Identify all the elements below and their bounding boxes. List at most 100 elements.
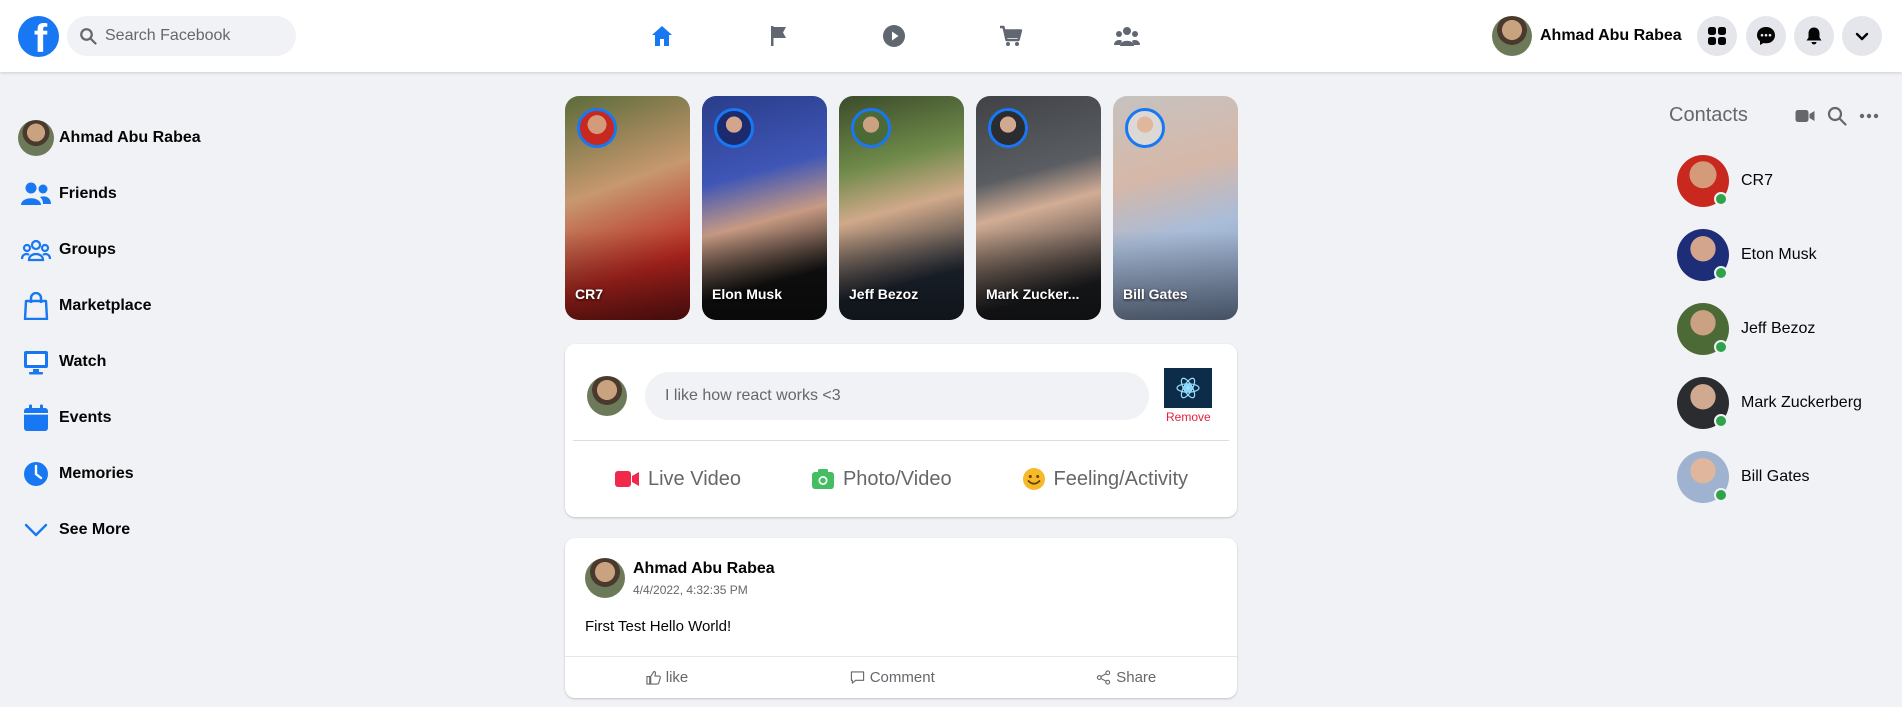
post-composer: I like how react works <3 Remove Live Vi… <box>565 344 1237 517</box>
contacts-panel: Contacts CR7 Eton Musk Jeff Bezoz Mark Z… <box>1669 100 1889 503</box>
sidebar-item-friends[interactable]: Friends <box>18 166 318 222</box>
menu-grid-icon <box>1708 27 1726 45</box>
marketplace-bag-icon <box>23 292 49 320</box>
video-camera-icon <box>614 471 639 487</box>
top-navbar: f Ahmad Abu Rabea <box>0 0 1902 72</box>
groups-icon <box>21 239 51 262</box>
search-icon[interactable] <box>1827 106 1847 126</box>
contact-avatar <box>1677 303 1729 355</box>
story-card[interactable]: CR7 <box>565 96 690 320</box>
facebook-logo[interactable]: f <box>18 16 59 57</box>
search-box[interactable] <box>67 16 296 56</box>
stories-row: CR7 Elon Musk Jeff Bezoz Mark Zucker... … <box>565 96 1238 320</box>
calendar-icon <box>24 404 48 431</box>
online-status-dot <box>1714 192 1728 206</box>
more-options-icon[interactable] <box>1859 113 1879 119</box>
story-card[interactable]: Mark Zucker... <box>976 96 1101 320</box>
watch-icon <box>883 25 905 47</box>
post-author[interactable]: Ahmad Abu Rabea <box>633 560 775 578</box>
contact-avatar <box>1677 229 1729 281</box>
search-input[interactable] <box>105 27 275 45</box>
notifications-button[interactable] <box>1794 16 1834 56</box>
action-label: Feeling/Activity <box>1053 467 1189 490</box>
share-button[interactable]: Share <box>1096 669 1156 686</box>
online-status-dot <box>1714 266 1728 280</box>
attached-image-thumbnail <box>1164 368 1212 408</box>
post-input[interactable]: I like how react works <3 <box>645 372 1149 420</box>
photo-video-button[interactable]: Photo/Video <box>811 468 952 491</box>
like-button[interactable]: like <box>646 669 689 686</box>
marketplace-icon <box>1000 25 1023 46</box>
contact-name: CR7 <box>1741 172 1774 189</box>
nav-marketplace[interactable] <box>993 18 1029 54</box>
story-name: Mark Zucker... <box>986 286 1080 302</box>
bell-icon <box>1806 27 1822 45</box>
contact-item[interactable]: Jeff Bezoz <box>1677 303 1815 355</box>
sidebar-item-label: Marketplace <box>59 297 152 314</box>
sidebar-item-profile[interactable]: Ahmad Abu Rabea <box>18 110 318 166</box>
sidebar-item-groups[interactable]: Groups <box>18 222 318 278</box>
menu-button[interactable] <box>1697 16 1737 56</box>
contact-item[interactable]: Bill Gates <box>1677 451 1809 503</box>
sidebar-item-label: Ahmad Abu Rabea <box>59 129 201 146</box>
contact-item[interactable]: Eton Musk <box>1677 229 1817 281</box>
messenger-button[interactable] <box>1746 16 1786 56</box>
story-name: Bill Gates <box>1123 286 1188 302</box>
avatar <box>587 376 627 416</box>
contact-name: Eton Musk <box>1741 246 1817 263</box>
camera-icon <box>811 469 834 489</box>
story-card[interactable]: Jeff Bezoz <box>839 96 964 320</box>
comment-button[interactable]: Comment <box>850 669 935 686</box>
action-label: Live Video <box>647 467 742 490</box>
sidebar-item-label: Watch <box>59 353 107 370</box>
sidebar-item-label: Events <box>59 409 112 426</box>
profile-shortcut[interactable]: Ahmad Abu Rabea <box>1492 16 1682 56</box>
live-video-button[interactable]: Live Video <box>614 468 741 491</box>
react-logo-icon <box>1176 377 1200 399</box>
contact-name: Jeff Bezoz <box>1741 320 1816 337</box>
sidebar-item-memories[interactable]: Memories <box>18 446 318 502</box>
friends-icon <box>21 182 51 205</box>
action-label: Comment <box>869 669 935 686</box>
nav-groups[interactable] <box>1109 18 1145 54</box>
avatar <box>18 120 54 156</box>
avatar <box>1492 16 1532 56</box>
contact-item[interactable]: CR7 <box>1677 155 1773 207</box>
online-status-dot <box>1714 414 1728 428</box>
contact-name: Mark Zuckerberg <box>1741 394 1862 411</box>
nav-watch[interactable] <box>876 18 912 54</box>
action-label: Share <box>1116 669 1157 686</box>
action-label: Photo/Video <box>842 467 952 490</box>
post-actions: like Comment Share <box>565 657 1237 698</box>
sidebar-item-watch[interactable]: Watch <box>18 334 318 390</box>
post-input-text: I like how react works <3 <box>665 387 841 404</box>
groups-icon <box>1114 27 1140 46</box>
video-call-icon[interactable] <box>1795 108 1815 124</box>
contacts-tools <box>1795 106 1879 126</box>
flag-icon <box>771 26 786 46</box>
story-card[interactable]: Elon Musk <box>702 96 827 320</box>
online-status-dot <box>1714 340 1728 354</box>
contact-name: Bill Gates <box>1741 468 1810 485</box>
sidebar-item-label: Groups <box>59 241 116 258</box>
contact-item[interactable]: Mark Zuckerberg <box>1677 377 1862 429</box>
nav-home[interactable] <box>644 18 680 54</box>
remove-image-link[interactable]: Remove <box>1166 410 1211 424</box>
action-label: like <box>665 669 689 686</box>
chevron-down-icon <box>24 523 48 537</box>
feeling-activity-button[interactable]: Feeling/Activity <box>1022 467 1189 491</box>
account-menu-button[interactable] <box>1842 16 1882 56</box>
story-name: Elon Musk <box>712 286 783 302</box>
post-timestamp[interactable]: 4/4/2022, 4:32:35 PM <box>633 583 748 597</box>
sidebar-item-marketplace[interactable]: Marketplace <box>18 278 318 334</box>
sidebar-item-see-more[interactable]: See More <box>18 502 318 558</box>
contact-avatar <box>1677 451 1729 503</box>
story-card[interactable]: Bill Gates <box>1113 96 1238 320</box>
contact-avatar <box>1677 377 1729 429</box>
sidebar-item-events[interactable]: Events <box>18 390 318 446</box>
nav-pages[interactable] <box>761 18 797 54</box>
story-name: Jeff Bezoz <box>849 286 919 302</box>
search-icon <box>80 28 97 45</box>
avatar[interactable] <box>585 558 625 598</box>
composer-actions: Live Video Photo/Video Feeling/Activity <box>565 441 1237 517</box>
